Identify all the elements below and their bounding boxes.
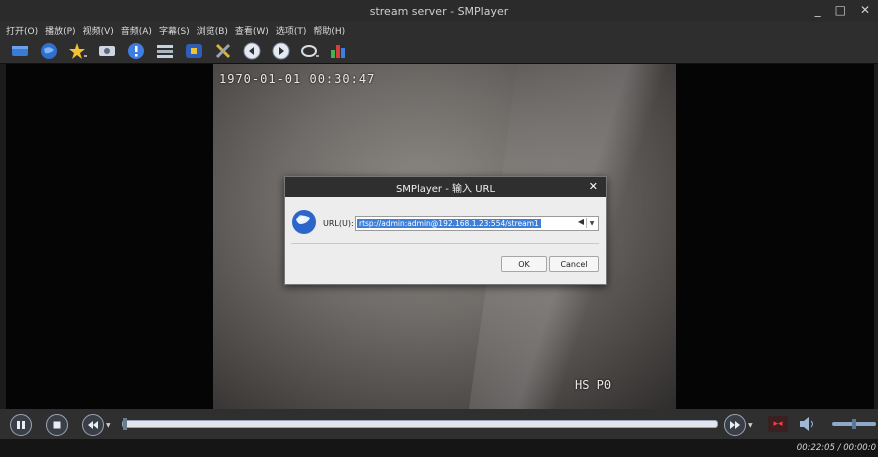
menu-audio[interactable]: 音频(A) <box>121 24 152 37</box>
dialog-close-icon[interactable]: ✕ <box>589 180 598 193</box>
menu-video[interactable]: 视频(V) <box>83 24 114 37</box>
dialog-separator <box>291 243 599 244</box>
playlist-icon[interactable] <box>155 42 175 60</box>
seek-handle[interactable] <box>123 418 127 430</box>
maximize-button[interactable]: □ <box>835 3 846 17</box>
close-window-button[interactable]: ✕ <box>860 3 870 17</box>
screenshot-icon[interactable] <box>97 42 117 60</box>
favorites-icon[interactable] <box>68 42 88 60</box>
volume-icon[interactable] <box>798 415 816 433</box>
globe-icon <box>291 209 317 235</box>
volume-handle[interactable] <box>852 419 856 429</box>
dropdown-arrow-icon[interactable]: ▼ <box>586 218 597 228</box>
volume-slider[interactable] <box>832 419 876 429</box>
seek-slider[interactable] <box>122 418 718 430</box>
next-icon[interactable] <box>271 42 291 60</box>
clear-field-icon[interactable]: ◀ <box>578 217 584 226</box>
url-input[interactable]: rtsp://admin:admin@192.168.1.23:554/stre… <box>357 219 541 228</box>
pause-button[interactable] <box>10 414 32 436</box>
menu-play[interactable]: 播放(P) <box>45 24 75 37</box>
equalizer-icon[interactable] <box>329 42 349 60</box>
rewind-menu-arrow-icon[interactable]: ▼ <box>106 422 111 429</box>
menu-bar: 打开(O) 播放(P) 视频(V) 音频(A) 字幕(S) 浏览(B) 查看(W… <box>0 22 878 38</box>
video-camera-label: HS P0 <box>575 378 612 392</box>
minimize-button[interactable]: _ <box>815 3 821 17</box>
open-file-icon[interactable] <box>10 42 30 60</box>
toolbar <box>0 38 878 64</box>
window-titlebar: stream server - SMPlayer _ □ ✕ <box>0 0 878 23</box>
info-icon[interactable] <box>126 42 146 60</box>
open-url-icon[interactable] <box>39 42 59 60</box>
menu-options[interactable]: 选项(T) <box>276 24 307 37</box>
ok-button[interactable]: OK <box>501 256 547 272</box>
menu-browse[interactable]: 浏览(B) <box>197 24 228 37</box>
video-timestamp-overlay: 1970-01-01 00:30:47 <box>219 72 376 86</box>
url-combobox[interactable]: rtsp://admin:admin@192.168.1.23:554/stre… <box>355 216 599 231</box>
window-title: stream server - SMPlayer <box>369 4 509 18</box>
forward-button[interactable] <box>724 414 746 436</box>
previous-icon[interactable] <box>242 42 262 60</box>
forward-menu-arrow-icon[interactable]: ▼ <box>748 422 753 429</box>
preferences-icon[interactable] <box>213 42 233 60</box>
fullscreen-icon[interactable]: ▸◂ <box>768 416 788 432</box>
compact-icon[interactable] <box>184 42 204 60</box>
open-url-dialog: SMPlayer - 输入 URL ✕ URL(U): rtsp://admin… <box>284 176 607 285</box>
window-controls: _ □ ✕ <box>815 3 870 17</box>
stop-button[interactable] <box>46 414 68 436</box>
menu-help[interactable]: 帮助(H) <box>313 24 345 37</box>
url-label: URL(U): <box>323 219 354 228</box>
cancel-button[interactable]: Cancel <box>549 256 599 272</box>
menu-view[interactable]: 查看(W) <box>235 24 269 37</box>
dialog-titlebar: SMPlayer - 输入 URL ✕ <box>285 177 606 197</box>
control-bar: ▼ ▼ ▸◂ <box>0 409 878 439</box>
menu-open[interactable]: 打开(O) <box>6 24 38 37</box>
dialog-title: SMPlayer - 输入 URL <box>395 183 496 195</box>
playback-time: 00:22:05 / 00:00:0 <box>796 443 876 453</box>
status-bar: 00:22:05 / 00:00:0 <box>0 439 878 457</box>
subtitle-icon[interactable] <box>300 42 320 60</box>
rewind-button[interactable] <box>82 414 104 436</box>
menu-subtitles[interactable]: 字幕(S) <box>159 24 190 37</box>
